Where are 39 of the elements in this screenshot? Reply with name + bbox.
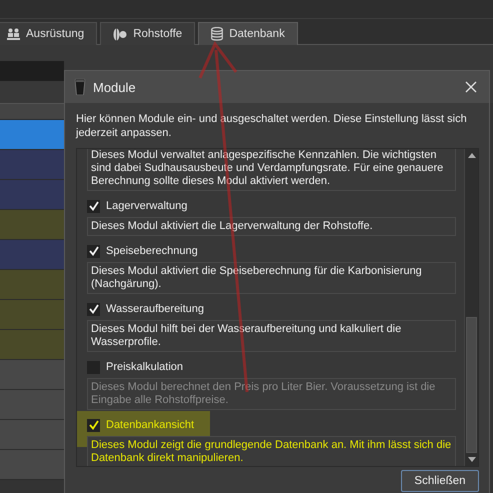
table-row[interactable] — [0, 450, 64, 480]
table-row[interactable] — [0, 270, 64, 300]
scroll-down-icon[interactable] — [468, 457, 476, 462]
module-name: Speiseberechnung — [106, 245, 198, 257]
table-row[interactable] — [0, 360, 64, 390]
scroll-up-icon[interactable] — [468, 153, 476, 158]
close-button[interactable]: Schließen — [401, 470, 479, 492]
checkbox[interactable] — [87, 418, 100, 432]
module-description: Dieses Modul zeigt die grundlegende Datenbank an. Mit ihm lässt sich die Datenbank direkt manipulieren. — [87, 436, 456, 466]
module-description: Dieses Modul aktiviert die Lagerverwaltung der Rohstoffe. — [87, 217, 456, 236]
checkbox[interactable] — [87, 244, 100, 258]
module-name: Lagerverwaltung — [106, 200, 188, 212]
close-icon[interactable] — [465, 81, 477, 93]
module-description: Dieses Modul hilft bei der Wasseraufbereitung und kalkuliert die Wasserprofile. — [87, 320, 456, 352]
checkbox[interactable] — [87, 200, 100, 212]
dialog-title: Module — [93, 80, 137, 94]
people-icon — [7, 28, 20, 40]
table-row[interactable] — [0, 210, 64, 240]
module-name: Preiskalkulation — [106, 361, 184, 373]
module-description: Dieses Modul aktiviert die Speiseberechnung für die Karbonisierung (Nachgärung). — [87, 262, 456, 294]
checkbox[interactable] — [87, 302, 100, 316]
table-row[interactable] — [0, 300, 64, 330]
intro-text: Hier können Module ein- und ausgeschaltet werden. Diese Einstellung lässt sich jederzeit anpassen. — [76, 112, 468, 140]
database-icon — [211, 27, 224, 41]
scrollbar[interactable] — [464, 149, 478, 466]
table-row[interactable] — [0, 420, 64, 450]
glass-icon — [75, 79, 85, 95]
table-row[interactable] — [0, 330, 64, 360]
hops-icon — [113, 28, 128, 40]
module-description: Dieses Modul verwaltet anlagespezifische Kennzahlen. Die wichtigsten sind dabei Sudhausausbeute und Verdampfungsrate. Für eine genauere Berechnung sollte dieses Modul aktiviert werden. — [87, 149, 456, 191]
module-name: Datenbankansicht — [106, 419, 194, 431]
table-row[interactable] — [0, 120, 64, 150]
module-name: Wasseraufbereitung — [106, 303, 204, 315]
table-row[interactable] — [0, 390, 64, 420]
tab[interactable]: Datenbank — [198, 22, 298, 45]
tab[interactable]: Rohstoffe — [100, 22, 196, 45]
filter-field[interactable] — [0, 61, 64, 81]
tab[interactable]: Ausrüstung — [0, 22, 98, 45]
scroll-thumb[interactable] — [466, 317, 477, 453]
